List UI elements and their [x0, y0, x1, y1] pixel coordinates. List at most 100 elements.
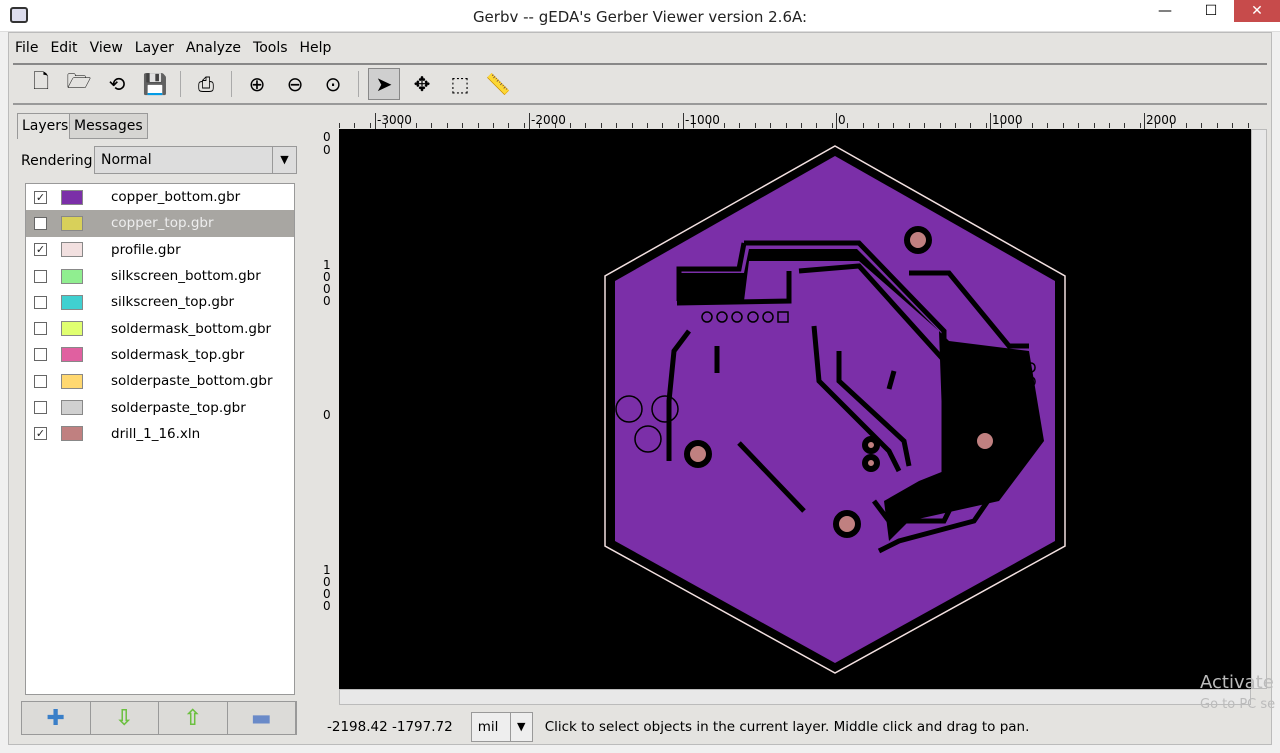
ruler-label: 0	[323, 143, 331, 157]
layer-row[interactable]: ✓ drill_1_16.xln	[26, 421, 294, 447]
revert-button[interactable]: ⟲	[101, 68, 133, 100]
watermark-line2: Go to PC se	[1200, 697, 1276, 712]
ruler-tick	[1078, 123, 1080, 128]
layer-name: drill_1_16.xln	[111, 425, 201, 442]
horizontal-scrollbar[interactable]	[339, 689, 1251, 705]
remove-layer-button[interactable]: ▬	[227, 702, 296, 734]
layer-name: solderpaste_top.gbr	[111, 399, 246, 416]
menu-analyze[interactable]: Analyze	[180, 37, 247, 61]
menu-edit[interactable]: Edit	[44, 37, 83, 61]
ruler-label: 0	[323, 408, 331, 422]
layer-row[interactable]: ✓ profile.gbr	[26, 237, 294, 263]
pointer-button[interactable]: ➤	[368, 68, 400, 100]
pan-icon: ✥	[413, 72, 431, 96]
layer-visibility-checkbox[interactable]: ✓	[34, 190, 47, 204]
menu-tools[interactable]: Tools	[247, 37, 294, 61]
open-folder-button[interactable]: 🗁	[63, 68, 95, 100]
status-bar: -2198.42 -1797.72 mil ▼ Click to select o…	[327, 711, 1029, 743]
layer-name: soldermask_top.gbr	[111, 346, 245, 363]
zoom-in-button[interactable]: ⊕	[241, 68, 273, 100]
add-layer-icon: ✚	[46, 705, 65, 731]
ruler-label: 1000	[323, 563, 331, 613]
layer-color-swatch[interactable]	[61, 321, 83, 337]
save-button[interactable]: 💾	[139, 68, 171, 100]
add-layer-button[interactable]: ✚	[22, 702, 91, 734]
menu-file[interactable]: File	[9, 37, 44, 61]
layer-row[interactable]: solderpaste_top.gbr	[26, 394, 294, 420]
zoom-region-button[interactable]: ⬚	[444, 68, 476, 100]
layer-color-swatch[interactable]	[61, 242, 83, 258]
ruler-tick	[446, 123, 448, 128]
layer-name: solderpaste_bottom.gbr	[111, 373, 273, 390]
vertical-scrollbar[interactable]	[1251, 129, 1267, 689]
layer-color-swatch[interactable]	[61, 347, 83, 363]
ruler-tick	[616, 123, 618, 128]
ruler-tick	[1216, 123, 1218, 128]
layer-visibility-checkbox[interactable]	[34, 401, 47, 415]
gerber-canvas[interactable]	[339, 129, 1251, 689]
maximize-button[interactable]: ☐	[1188, 0, 1234, 22]
zoom-out-icon: ⊖	[286, 72, 304, 96]
layer-row[interactable]: copper_top.gbr	[26, 210, 294, 237]
layer-color-swatch[interactable]	[61, 215, 83, 231]
layer-row[interactable]: silkscreen_top.gbr	[26, 289, 294, 315]
layer-color-swatch[interactable]	[61, 400, 83, 416]
layer-color-swatch[interactable]	[61, 373, 83, 389]
move-down-button[interactable]: ⇩	[90, 702, 159, 734]
ruler-tick	[631, 123, 633, 128]
ruler-tick	[508, 123, 510, 128]
layer-visibility-checkbox[interactable]	[34, 348, 47, 362]
ruler-tick	[1093, 123, 1095, 128]
print-button[interactable]: ⎙	[190, 68, 222, 100]
tab-layers[interactable]: Layers	[17, 113, 74, 139]
menu-view[interactable]: View	[84, 37, 129, 61]
ruler-tick	[647, 123, 648, 128]
ruler-tick	[339, 123, 340, 128]
save-icon: 💾	[142, 72, 168, 96]
layer-row[interactable]: soldermask_bottom.gbr	[26, 315, 294, 341]
layer-row[interactable]: ✓ copper_bottom.gbr	[26, 184, 294, 210]
layer-color-swatch[interactable]	[61, 189, 83, 205]
layer-name: soldermask_bottom.gbr	[111, 320, 272, 337]
zoom-fit-button[interactable]: ⊙	[317, 68, 349, 100]
tab-messages[interactable]: Messages	[69, 113, 148, 139]
ruler-tick	[585, 123, 587, 128]
layer-name: copper_bottom.gbr	[111, 189, 241, 206]
ruler-tick	[847, 123, 849, 128]
toolbar-separator	[358, 71, 359, 97]
remove-layer-icon: ▬	[250, 705, 272, 731]
ruler-tick	[893, 123, 895, 128]
ruler-tick	[785, 123, 787, 128]
dropdown-arrow-icon: ▼	[272, 147, 296, 173]
layer-color-swatch[interactable]	[61, 268, 83, 284]
layer-visibility-checkbox[interactable]	[34, 374, 47, 388]
rendering-select[interactable]: Normal ▼	[94, 146, 297, 174]
zoom-out-button[interactable]: ⊖	[279, 68, 311, 100]
layer-row[interactable]: soldermask_top.gbr	[26, 342, 294, 368]
menu-help[interactable]: Help	[294, 37, 338, 61]
ruler-label: -3000	[375, 113, 412, 129]
ruler-tick	[831, 123, 833, 128]
measure-button[interactable]: 📏	[482, 68, 514, 100]
minimize-button[interactable]: —	[1142, 0, 1188, 22]
layer-row[interactable]: solderpaste_bottom.gbr	[26, 368, 294, 394]
ruler-tick	[878, 123, 879, 128]
layer-visibility-checkbox[interactable]	[34, 295, 47, 309]
layer-color-swatch[interactable]	[61, 426, 83, 442]
layers-panel: Layers Messages Rendering: Normal ▼ ✓ copp…	[17, 113, 301, 735]
close-button[interactable]: ✕	[1234, 0, 1280, 22]
layer-visibility-checkbox[interactable]	[34, 216, 47, 230]
title-bar: Gerbv -- gEDA's Gerber Viewer version 2.…	[0, 0, 1280, 32]
pan-button[interactable]: ✥	[406, 68, 438, 100]
unit-select[interactable]: mil ▼	[470, 712, 533, 742]
layer-row[interactable]: silkscreen_bottom.gbr	[26, 263, 294, 289]
layer-color-swatch[interactable]	[61, 294, 83, 310]
ruler-label: 0	[836, 113, 846, 129]
move-up-button[interactable]: ⇧	[159, 702, 228, 734]
new-file-button[interactable]: 🗋	[25, 68, 57, 100]
layer-visibility-checkbox[interactable]	[34, 322, 47, 336]
layer-visibility-checkbox[interactable]: ✓	[34, 243, 47, 257]
layer-visibility-checkbox[interactable]	[34, 269, 47, 283]
layer-visibility-checkbox[interactable]: ✓	[34, 427, 47, 441]
menu-layer[interactable]: Layer	[129, 37, 180, 61]
